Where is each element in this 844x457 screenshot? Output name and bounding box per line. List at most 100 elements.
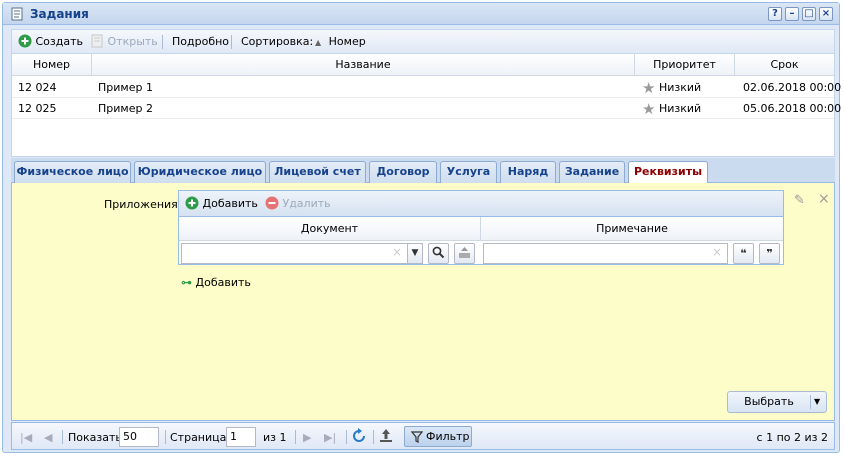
document-input[interactable] <box>181 243 423 264</box>
add-attachment-button[interactable]: Добавить <box>185 196 258 210</box>
tab-account[interactable]: Лицевой счет <box>269 161 366 183</box>
toolbar-separator <box>165 430 166 444</box>
add-circle-icon <box>185 196 199 210</box>
filter-icon <box>411 431 423 443</box>
toolbar-separator <box>295 430 296 444</box>
maximize-button[interactable]: □ <box>802 7 816 21</box>
export-button[interactable] <box>378 428 394 444</box>
add-circle-icon <box>18 34 32 48</box>
delete-attachment-label: Удалить <box>282 197 331 210</box>
paging-toolbar: |◀ ◀ Показать 50 Страница 1 из 1 ▶ ▶| Фи… <box>11 422 835 450</box>
last-page-icon[interactable]: ▶| <box>324 430 336 446</box>
sort-field-button[interactable]: ▲ Номер <box>315 34 366 50</box>
filter-button[interactable]: Фильтр <box>404 426 472 447</box>
attachments-label: Приложения: <box>104 198 182 211</box>
upload-icon <box>459 247 470 258</box>
chevron-down-icon: ▼ <box>411 248 419 258</box>
column-header-priority[interactable]: Приоритет <box>635 54 735 76</box>
cell-priority: ★ Низкий <box>642 77 701 98</box>
select-label: Выбрать <box>744 395 794 408</box>
priority-text: Низкий <box>658 102 702 115</box>
toolbar-separator <box>162 35 163 49</box>
search-icon <box>432 246 445 259</box>
column-header-due[interactable]: Срок <box>735 54 834 76</box>
help-button[interactable]: ? <box>768 7 782 21</box>
star-icon: ★ <box>642 100 656 118</box>
open-label: Открыть <box>107 35 158 48</box>
attachments-header: Документ Примечание <box>179 217 783 241</box>
tab-contract[interactable]: Договор <box>369 161 437 183</box>
clear-icon[interactable]: × <box>392 245 402 259</box>
cell-number: 12 024 <box>18 81 57 94</box>
create-label: Создать <box>35 35 84 48</box>
table-row[interactable]: 12 025 Пример 2 ★ Низкий 05.06.2018 00:0… <box>12 98 841 119</box>
minimize-button[interactable]: – <box>785 7 799 21</box>
clear-icon[interactable]: × <box>712 245 722 259</box>
add-attachment-label: Добавить <box>202 197 258 210</box>
grid-header: Номер Название Приоритет Срок <box>12 54 834 76</box>
export-icon <box>380 429 392 442</box>
cell-name: Пример 1 <box>98 81 153 94</box>
tab-order[interactable]: Наряд <box>500 161 556 183</box>
create-button[interactable]: Создать <box>18 34 83 50</box>
edit-pencil-icon[interactable]: ✎ <box>794 193 805 208</box>
page-number-input[interactable]: 1 <box>226 427 256 447</box>
open-button[interactable]: Открыть <box>90 34 158 50</box>
column-header-note[interactable]: Примечание <box>481 217 783 241</box>
refresh-button[interactable] <box>351 428 367 444</box>
attachments-toolbar: Добавить Удалить <box>179 191 783 217</box>
tab-service[interactable]: Услуга <box>440 161 497 183</box>
close-button[interactable]: × <box>819 7 833 21</box>
cell-name: Пример 2 <box>98 102 153 115</box>
toolbar-separator <box>346 430 347 444</box>
toolbar-separator <box>373 430 374 444</box>
filter-label: Фильтр <box>426 430 470 443</box>
page-size-label: Показать <box>68 431 122 444</box>
details-button[interactable]: Подробно <box>172 34 229 50</box>
detail-tabs: Физическое лицо Юридическое лицо Лицевой… <box>11 158 835 184</box>
star-icon: ★ <box>642 79 656 97</box>
link-icon: ⊶ <box>181 276 192 289</box>
document-search-button[interactable] <box>428 243 449 264</box>
cell-number: 12 025 <box>18 102 57 115</box>
delete-attachment-button[interactable]: Удалить <box>265 196 331 210</box>
toolbar-separator <box>231 35 232 49</box>
add-link-label: Добавить <box>195 276 251 289</box>
column-header-number[interactable]: Номер <box>12 54 92 76</box>
tab-legal-entity[interactable]: Юридическое лицо <box>134 161 266 183</box>
chevron-down-icon[interactable]: ▼ <box>814 392 820 412</box>
tasks-window: Задания ? – □ × Создать Открыть Подробно… <box>2 2 841 453</box>
document-dropdown-trigger[interactable]: ▼ <box>407 243 423 264</box>
cell-due: 02.06.2018 00:00 <box>743 81 842 94</box>
close-icon[interactable]: × <box>818 191 830 207</box>
page-size-input[interactable]: 50 <box>119 427 159 447</box>
priority-text: Низкий <box>658 81 702 94</box>
page-count-label: из 1 <box>263 431 287 444</box>
quote-close-button[interactable]: ❞ <box>759 243 780 264</box>
select-button[interactable]: Выбрать ▼ <box>727 391 827 413</box>
quote-open-button[interactable]: ❝ <box>733 243 754 264</box>
next-page-icon[interactable]: ▶ <box>303 430 311 446</box>
record-summary: с 1 по 2 из 2 <box>756 431 828 444</box>
tab-individual[interactable]: Физическое лицо <box>14 161 131 183</box>
note-input[interactable] <box>483 243 728 264</box>
attachments-grid: Добавить Удалить Документ Примечание × ▼ <box>178 190 784 265</box>
requisites-panel: Приложения: Добавить Удалить Документ Пр… <box>11 183 835 421</box>
add-link-button[interactable]: ⊶ Добавить <box>181 276 251 289</box>
column-header-name[interactable]: Название <box>92 54 635 76</box>
sort-field-label: Номер <box>328 35 366 48</box>
document-icon <box>91 34 103 48</box>
window-titlebar[interactable]: Задания ? – □ × <box>3 3 839 25</box>
table-row[interactable]: 12 024 Пример 1 ★ Низкий 02.06.2018 00:0… <box>12 77 841 98</box>
tab-task[interactable]: Задание <box>559 161 625 183</box>
main-toolbar: Создать Открыть Подробно Сортировка: ▲ Н… <box>11 29 835 53</box>
first-page-icon[interactable]: |◀ <box>20 430 32 446</box>
remove-circle-icon <box>265 196 279 210</box>
column-header-document[interactable]: Документ <box>179 217 481 241</box>
document-upload-button[interactable] <box>454 243 475 264</box>
tasks-grid: Номер Название Приоритет Срок 12 024 При… <box>11 53 841 157</box>
tab-requisites[interactable]: Реквизиты <box>628 161 708 184</box>
tasks-icon <box>11 7 23 21</box>
sort-label: Сортировка: <box>241 35 314 48</box>
prev-page-icon[interactable]: ◀ <box>44 430 52 446</box>
